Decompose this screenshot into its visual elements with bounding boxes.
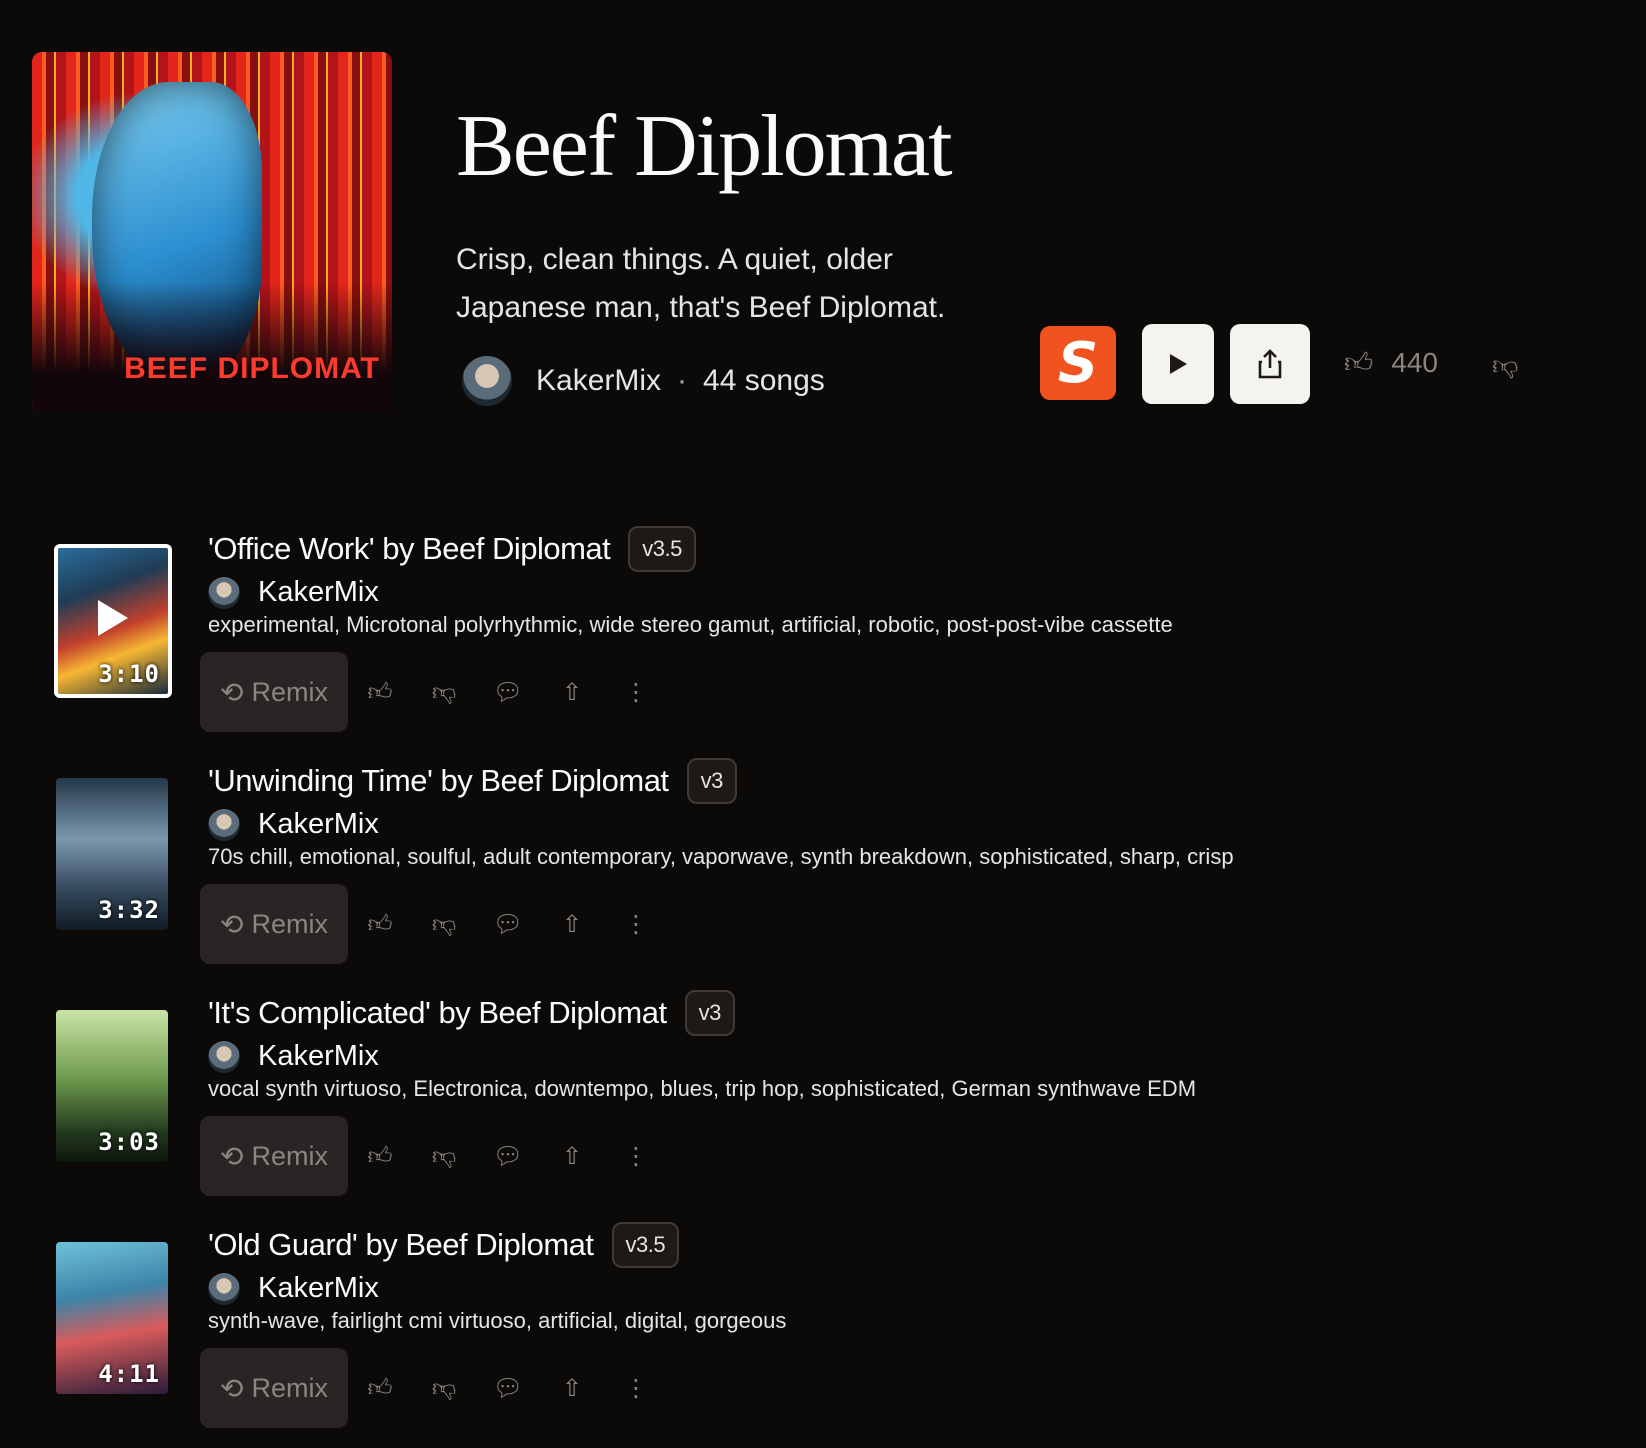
- song-duration: 4:11: [98, 1360, 160, 1388]
- thumbs-up-icon: 👍︎: [1344, 346, 1374, 379]
- thumbs-up-icon[interactable]: 👍︎: [348, 678, 412, 707]
- playlist-description: Crisp, clean things. A quiet, older Japa…: [456, 243, 946, 324]
- artist-name[interactable]: KakerMix: [258, 1272, 379, 1305]
- thumbs-down-icon[interactable]: 👎︎: [412, 1142, 476, 1171]
- remix-button[interactable]: ⟲ Remix: [200, 884, 348, 964]
- remix-icon: ⟲: [220, 1371, 244, 1405]
- song-duration: 3:10: [98, 660, 160, 688]
- thumbs-down-icon[interactable]: 👎︎: [412, 910, 476, 939]
- thumbs-up-icon[interactable]: 👍︎: [348, 1142, 412, 1171]
- song-row[interactable]: 3:32 'Unwinding Time' by Beef Diplomat v…: [0, 744, 1646, 976]
- remix-button[interactable]: ⟲ Remix: [200, 652, 348, 732]
- song-tags: 70s chill, emotional, soulful, adult con…: [208, 844, 1234, 869]
- comment-icon[interactable]: 💬︎: [476, 678, 540, 706]
- s-logo-button[interactable]: S: [1040, 326, 1116, 400]
- share-button[interactable]: [1230, 324, 1310, 404]
- remix-button[interactable]: ⟲ Remix: [200, 1116, 348, 1196]
- thumbs-down-icon[interactable]: 👎︎: [412, 678, 476, 707]
- artist-avatar[interactable]: [208, 576, 240, 609]
- share-icon[interactable]: ⇧: [540, 910, 604, 938]
- song-duration: 3:32: [98, 896, 160, 924]
- remix-icon: ⟲: [220, 907, 244, 941]
- song-thumbnail[interactable]: 4:11: [56, 1242, 168, 1394]
- version-badge: v3: [686, 758, 737, 804]
- song-row[interactable]: 4:11 'Old Guard' by Beef Diplomat v3.5 K…: [0, 1208, 1646, 1440]
- more-options-icon[interactable]: ⋮: [604, 1374, 668, 1402]
- like-button[interactable]: 👍︎ 440: [1344, 346, 1438, 380]
- comment-icon[interactable]: 💬︎: [476, 910, 540, 938]
- song-title[interactable]: 'Old Guard' by Beef Diplomat: [208, 1227, 594, 1263]
- song-row[interactable]: 3:10 'Office Work' by Beef Diplomat v3.5…: [0, 512, 1646, 744]
- more-options-icon[interactable]: ⋮: [604, 1142, 668, 1170]
- more-options-icon[interactable]: ⋮: [604, 678, 668, 706]
- song-title[interactable]: 'Unwinding Time' by Beef Diplomat: [208, 763, 669, 799]
- cover-title-text: BEEF DIPLOMAT: [124, 352, 380, 385]
- version-badge: v3: [684, 990, 735, 1036]
- share-icon[interactable]: ⇧: [540, 1142, 604, 1170]
- remix-icon: ⟲: [220, 1139, 244, 1173]
- song-count: 44 songs: [703, 364, 825, 397]
- song-title[interactable]: 'It's Complicated' by Beef Diplomat: [208, 995, 667, 1031]
- play-overlay-icon[interactable]: [98, 600, 128, 637]
- song-tags: experimental, Microtonal polyrhythmic, w…: [208, 612, 1173, 637]
- song-title[interactable]: 'Office Work' by Beef Diplomat: [208, 531, 611, 567]
- version-badge: v3.5: [628, 526, 696, 572]
- artist-name[interactable]: KakerMix: [258, 808, 379, 841]
- song-thumbnail[interactable]: 3:10: [54, 544, 172, 698]
- song-tags: synth-wave, fairlight cmi virtuoso, arti…: [208, 1308, 787, 1333]
- artist-avatar[interactable]: [208, 808, 240, 841]
- song-list: 3:10 'Office Work' by Beef Diplomat v3.5…: [0, 512, 1646, 1440]
- playlist-cover: BEEF DIPLOMAT: [32, 52, 392, 412]
- thumbs-up-icon[interactable]: 👍︎: [348, 1374, 412, 1403]
- creator-name[interactable]: KakerMix: [536, 364, 661, 398]
- song-row[interactable]: 3:03 'It's Complicated' by Beef Diplomat…: [0, 976, 1646, 1208]
- more-options-icon[interactable]: ⋮: [604, 910, 668, 938]
- thumbs-up-icon[interactable]: 👍︎: [348, 910, 412, 939]
- page-title: Beef Diplomat: [456, 98, 953, 195]
- playlist-meta: KakerMix · 44 songs: [462, 354, 825, 408]
- song-thumbnail[interactable]: 3:32: [56, 778, 168, 930]
- song-thumbnail[interactable]: 3:03: [56, 1010, 168, 1162]
- creator-avatar[interactable]: [462, 356, 512, 406]
- artist-avatar[interactable]: [208, 1272, 240, 1305]
- like-count: 440: [1391, 347, 1438, 378]
- song-duration: 3:03: [98, 1128, 160, 1156]
- artist-avatar[interactable]: [208, 1040, 240, 1073]
- play-icon: [1170, 354, 1187, 374]
- dislike-button[interactable]: 👎︎: [1492, 350, 1518, 381]
- song-tags: vocal synth virtuoso, Electronica, downt…: [208, 1076, 1197, 1101]
- remix-button[interactable]: ⟲ Remix: [200, 1348, 348, 1428]
- artist-name[interactable]: KakerMix: [258, 1040, 379, 1073]
- thumbs-down-icon: 👎︎: [1492, 351, 1519, 381]
- comment-icon[interactable]: 💬︎: [476, 1374, 540, 1402]
- version-badge: v3.5: [611, 1222, 680, 1268]
- comment-icon[interactable]: 💬︎: [476, 1142, 540, 1170]
- thumbs-down-icon[interactable]: 👎︎: [412, 1374, 476, 1403]
- share-icon[interactable]: ⇧: [540, 1374, 604, 1402]
- remix-icon: ⟲: [220, 675, 244, 709]
- play-button[interactable]: [1142, 324, 1214, 404]
- meta-separator: ·: [677, 364, 688, 397]
- share-icon: [1258, 349, 1282, 379]
- artist-name[interactable]: KakerMix: [258, 576, 379, 609]
- share-icon[interactable]: ⇧: [540, 678, 604, 706]
